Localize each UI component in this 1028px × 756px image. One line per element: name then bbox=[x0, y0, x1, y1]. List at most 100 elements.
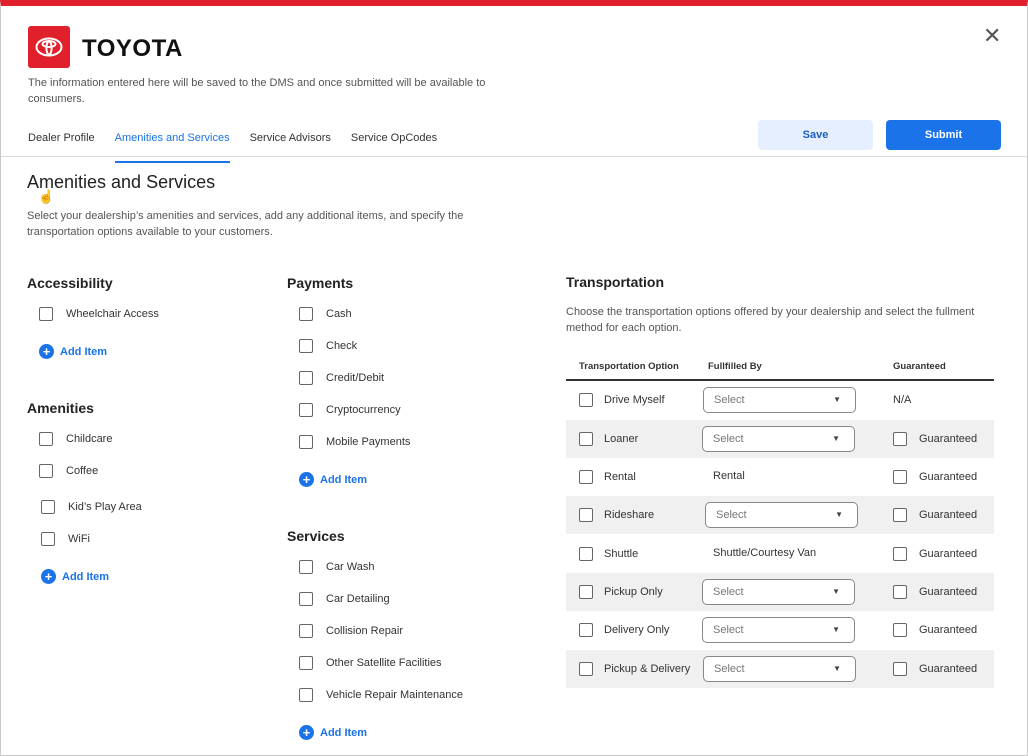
checkbox[interactable] bbox=[41, 500, 55, 514]
services-add-item-button[interactable]: + Add Item bbox=[299, 725, 367, 740]
chevron-down-icon: ▼ bbox=[833, 664, 841, 673]
accessibility-add-item-button[interactable]: + Add Item bbox=[39, 344, 107, 359]
guaranteed-checkbox[interactable] bbox=[893, 432, 907, 446]
checkbox[interactable] bbox=[299, 688, 313, 702]
accessibility-heading: Accessibility bbox=[27, 275, 113, 291]
checkbox-collision-repair[interactable]: Collision Repair bbox=[299, 624, 403, 638]
checkbox-label: Other Satellite Facilities bbox=[326, 657, 442, 669]
table-row: Shuttle Shuttle/Courtesy Van Guaranteed bbox=[566, 535, 994, 573]
option-checkbox[interactable] bbox=[579, 585, 593, 599]
checkbox[interactable] bbox=[39, 432, 53, 446]
checkbox-label: Collision Repair bbox=[326, 625, 404, 637]
close-icon[interactable]: ✕ bbox=[983, 25, 1001, 47]
option-checkbox[interactable] bbox=[579, 432, 593, 446]
payments-heading: Payments bbox=[287, 275, 354, 291]
checkbox[interactable] bbox=[299, 339, 313, 353]
checkbox[interactable] bbox=[39, 307, 53, 321]
transportation-description: Choose the transportation options offere… bbox=[566, 306, 975, 334]
option-checkbox[interactable] bbox=[579, 547, 593, 561]
guaranteed-checkbox[interactable] bbox=[893, 508, 907, 522]
fulfilled-by-select[interactable]: Select ▼ bbox=[702, 617, 855, 643]
guaranteed-checkbox[interactable] bbox=[893, 585, 907, 599]
table-row: Pickup Only Select ▼ Guaranteed bbox=[566, 573, 994, 611]
checkbox[interactable] bbox=[299, 307, 313, 321]
checkbox-coffee[interactable]: Coffee bbox=[39, 464, 98, 478]
header-transportation-option: Transportation Option bbox=[579, 361, 679, 372]
guaranteed-label: Guaranteed bbox=[919, 586, 978, 598]
save-button[interactable]: Save bbox=[758, 120, 873, 150]
select-value: Select bbox=[714, 663, 745, 675]
option-checkbox[interactable] bbox=[579, 470, 593, 484]
select-value: Select bbox=[713, 433, 744, 445]
checkbox[interactable] bbox=[299, 435, 313, 449]
checkbox[interactable] bbox=[39, 464, 53, 478]
fulfilled-by-select[interactable]: Select ▼ bbox=[703, 387, 856, 413]
guaranteed-checkbox[interactable] bbox=[893, 662, 907, 676]
checkbox[interactable] bbox=[41, 532, 55, 546]
checkbox-label: Wheelchair Access bbox=[66, 308, 159, 320]
option-checkbox[interactable] bbox=[579, 662, 593, 676]
guaranteed-checkbox[interactable] bbox=[893, 547, 907, 561]
checkbox-label: Car Wash bbox=[326, 561, 375, 573]
checkbox[interactable] bbox=[299, 371, 313, 385]
checkbox-childcare[interactable]: Childcare bbox=[39, 432, 112, 446]
checkbox[interactable] bbox=[299, 592, 313, 606]
option-checkbox[interactable] bbox=[579, 508, 593, 522]
table-row: Loaner Select ▼ Guaranteed bbox=[566, 420, 994, 458]
add-item-label: Add Item bbox=[320, 473, 368, 486]
plus-icon: + bbox=[39, 344, 54, 359]
checkbox[interactable] bbox=[299, 624, 313, 638]
select-value: Select bbox=[713, 624, 744, 636]
option-label: Rental bbox=[604, 471, 636, 483]
checkbox-label: Check bbox=[326, 340, 358, 352]
header-divider bbox=[1, 156, 1027, 157]
tab-amenities-and-services[interactable]: Amenities and Services bbox=[114, 126, 230, 163]
checkbox-car-wash[interactable]: Car Wash bbox=[299, 560, 375, 574]
payments-add-item-button[interactable]: + Add Item bbox=[299, 472, 367, 487]
header-guaranteed: Guaranteed bbox=[893, 361, 946, 372]
page-title: Amenities and Services bbox=[27, 172, 216, 192]
checkbox-wifi[interactable]: WiFi bbox=[41, 532, 90, 546]
fulfilled-by-select[interactable]: Select ▼ bbox=[702, 426, 855, 452]
checkbox[interactable] bbox=[299, 560, 313, 574]
guaranteed-checkbox[interactable] bbox=[893, 623, 907, 637]
select-value: Select bbox=[713, 586, 744, 598]
fulfilled-by-select[interactable]: Select ▼ bbox=[703, 656, 856, 682]
checkbox-cash[interactable]: Cash bbox=[299, 307, 352, 321]
guaranteed-checkbox[interactable] bbox=[893, 470, 907, 484]
table-row: Delivery Only Select ▼ Guaranteed bbox=[566, 611, 994, 649]
option-checkbox[interactable] bbox=[579, 393, 593, 407]
checkbox[interactable] bbox=[299, 656, 313, 670]
checkbox[interactable] bbox=[299, 403, 313, 417]
guaranteed-label: Guaranteed bbox=[919, 471, 978, 483]
table-row: Rental Rental Guaranteed bbox=[566, 458, 994, 496]
transportation-heading: Transportation bbox=[566, 274, 665, 290]
submit-button[interactable]: Submit bbox=[886, 120, 1001, 150]
amenities-add-item-button[interactable]: + Add Item bbox=[41, 569, 109, 584]
option-label: Rideshare bbox=[604, 509, 655, 521]
checkbox-wheelchair-access[interactable]: Wheelchair Access bbox=[39, 307, 159, 321]
tab-service-opcodes[interactable]: Service OpCodes bbox=[351, 126, 437, 163]
checkbox-vehicle-repair-maintenance[interactable]: Vehicle Repair Maintenance bbox=[299, 688, 463, 702]
fulfilled-by-select[interactable]: Select ▼ bbox=[702, 579, 855, 605]
chevron-down-icon: ▼ bbox=[835, 510, 843, 519]
checkbox-cryptocurrency[interactable]: Cryptocurrency bbox=[299, 403, 401, 417]
checkbox-check[interactable]: Check bbox=[299, 339, 357, 353]
checkbox-car-detailing[interactable]: Car Detailing bbox=[299, 592, 390, 606]
fulfilled-by-select[interactable]: Select ▼ bbox=[705, 502, 858, 528]
checkbox-other-satellite-facilities[interactable]: Other Satellite Facilities bbox=[299, 656, 442, 670]
checkbox-kids-play-area[interactable]: Kid’s Play Area bbox=[41, 500, 142, 514]
hand-cursor-icon: ☝ bbox=[38, 189, 55, 204]
chevron-down-icon: ▼ bbox=[832, 625, 840, 634]
add-item-label: Add Item bbox=[320, 726, 368, 739]
option-checkbox[interactable] bbox=[579, 623, 593, 637]
option-label: Drive Myself bbox=[604, 394, 665, 406]
checkbox-credit-debit[interactable]: Credit/Debit bbox=[299, 371, 384, 385]
checkbox-mobile-payments[interactable]: Mobile Payments bbox=[299, 435, 410, 449]
option-label: Loaner bbox=[604, 433, 639, 445]
tab-service-advisors[interactable]: Service Advisors bbox=[250, 126, 331, 163]
table-row: Drive Myself Select ▼ N/A bbox=[566, 381, 994, 419]
chevron-down-icon: ▼ bbox=[832, 434, 840, 443]
tab-dealer-profile[interactable]: Dealer Profile bbox=[28, 126, 95, 163]
intro-text: The information entered here will be sav… bbox=[28, 77, 486, 105]
